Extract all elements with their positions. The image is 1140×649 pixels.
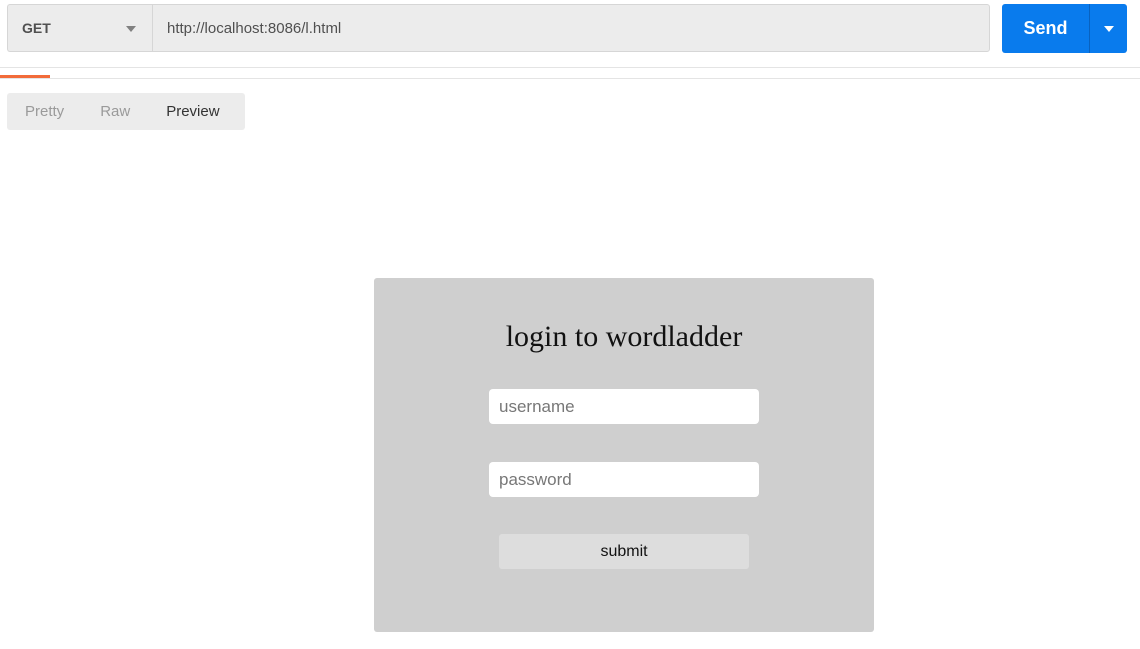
send-options-button[interactable] [1090, 4, 1127, 53]
chevron-down-icon [1103, 25, 1114, 32]
view-option-raw[interactable]: Raw [82, 93, 148, 130]
method-select[interactable]: GET [7, 4, 152, 52]
login-card: login to wordladder submit [374, 278, 874, 632]
login-title: login to wordladder [505, 320, 743, 353]
send-button[interactable]: Send [1002, 4, 1089, 53]
method-label: GET [22, 20, 51, 36]
chevron-down-icon [126, 26, 136, 32]
response-tabs-strip [0, 67, 1140, 79]
submit-button[interactable]: submit [499, 534, 749, 569]
url-input[interactable] [152, 4, 990, 52]
username-input[interactable] [489, 389, 759, 424]
active-tab-indicator [0, 75, 50, 78]
view-option-pretty[interactable]: Pretty [7, 93, 82, 130]
send-button-group: Send [1002, 4, 1127, 53]
view-option-preview[interactable]: Preview [148, 93, 237, 130]
request-bar: GET Send [0, 0, 1140, 68]
response-view-toggle: Pretty Raw Preview [7, 93, 245, 130]
password-input[interactable] [489, 462, 759, 497]
